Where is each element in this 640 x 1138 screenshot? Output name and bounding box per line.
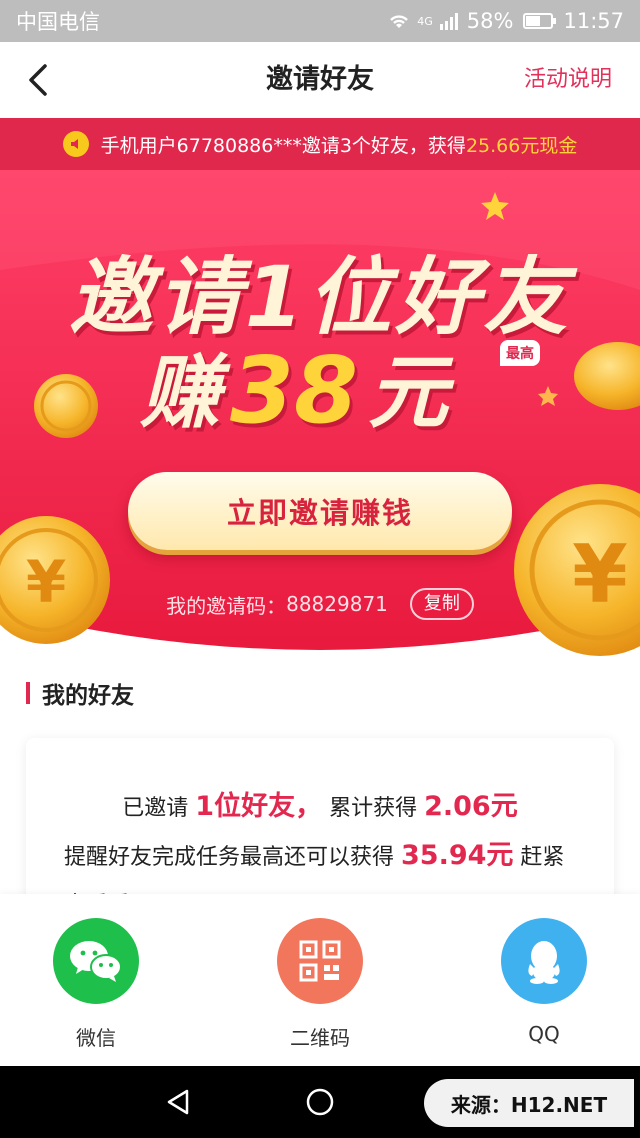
share-bar: 微信 二维码 QQ — [0, 894, 640, 1066]
triangle-back-icon — [167, 1089, 189, 1115]
share-wechat[interactable]: 微信 — [36, 894, 156, 1051]
system-back-button[interactable] — [158, 1084, 198, 1120]
battery-percent: 58% — [466, 9, 514, 33]
back-arrow-icon — [29, 64, 47, 96]
status-bar: 中国电信 4G 58% 11:57 — [0, 0, 640, 42]
invited-summary: 已邀请 1位好友， 累计获得 2.06元 — [26, 784, 614, 823]
battery-level — [526, 16, 541, 26]
wifi-icon — [390, 15, 409, 28]
earned-amount: 2.06元 — [424, 791, 518, 822]
status-right: 4G 58% 11:57 — [387, 9, 624, 33]
remind-amount: 35.94元 — [401, 840, 514, 871]
share-qq-label: QQ — [528, 1022, 560, 1046]
invited-count: 1位好友， — [195, 791, 323, 822]
invited-prefix: 已邀请 — [122, 796, 189, 821]
remind-prefix: 提醒好友完成任务最高还可以获得 — [64, 845, 395, 870]
share-qrcode-label: 二维码 — [290, 1026, 350, 1050]
section-accent-bar — [26, 682, 30, 704]
section-title-text: 我的好友 — [42, 683, 134, 709]
reward-amount: 38 — [230, 337, 359, 444]
invite-now-button[interactable]: 立即邀请赚钱 — [128, 472, 512, 550]
coin-left-small — [34, 374, 98, 438]
qq-icon — [501, 918, 587, 1004]
signal-icon — [439, 13, 458, 30]
reward-unit: 元 — [368, 346, 449, 439]
clock: 11:57 — [563, 9, 624, 33]
source-watermark: 来源：H12.NET — [424, 1079, 634, 1127]
invite-code-row: 我的邀请码： 88829871 复制 — [0, 588, 640, 620]
network-type: 4G — [417, 14, 433, 28]
hero-banner: ¥ ¥ 邀请1位好友 赚 38 元 最高 立即邀请赚钱 我的邀请码： 88829… — [0, 170, 640, 660]
copy-code-button[interactable]: 复制 — [409, 588, 474, 620]
section-title-friends: 我的好友 — [26, 678, 134, 709]
ticker-text: 手机用户67780886***邀请3个好友，获得 — [100, 134, 466, 157]
share-qq[interactable]: QQ — [484, 894, 604, 1046]
battery-icon — [523, 13, 557, 29]
system-home-button[interactable] — [300, 1084, 340, 1120]
circle-home-icon — [306, 1088, 334, 1116]
qrcode-icon — [277, 918, 363, 1004]
wechat-icon — [53, 918, 139, 1004]
hero-reward: 赚 38 元 — [140, 328, 448, 444]
earn-word: 赚 — [140, 346, 220, 439]
back-button[interactable] — [18, 60, 58, 100]
invite-code-label: 我的邀请码： — [166, 593, 287, 618]
announcement-ticker: 手机用户67780886***邀请3个好友，获得 25.66元现金 — [0, 118, 640, 170]
share-qrcode[interactable]: 二维码 — [260, 894, 380, 1051]
carrier-name: 中国电信 — [16, 10, 100, 34]
earned-prefix: 累计获得 — [329, 796, 418, 821]
nav-bar: 邀请好友 活动说明 — [0, 42, 640, 118]
max-badge: 最高 — [500, 340, 540, 366]
share-wechat-label: 微信 — [76, 1026, 116, 1050]
rules-link[interactable]: 活动说明 — [524, 42, 612, 118]
invite-code-value: 88829871 — [286, 592, 388, 616]
ticker-highlight: 25.66元现金 — [465, 134, 578, 157]
speaker-icon — [62, 131, 89, 157]
